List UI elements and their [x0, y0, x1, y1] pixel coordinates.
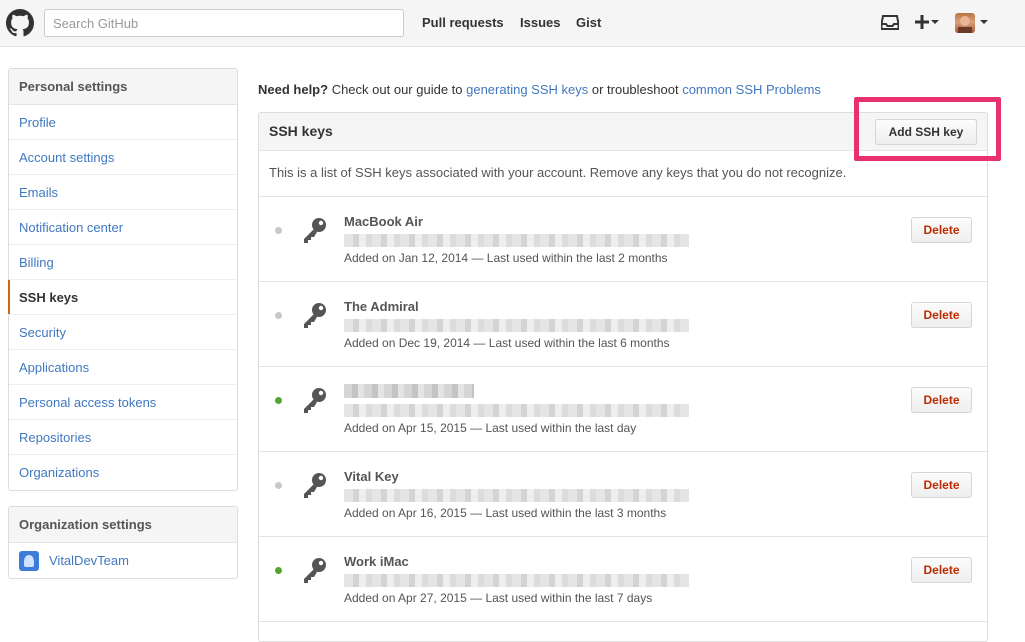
key-icon	[304, 558, 326, 583]
sidebar-item-ssh-keys[interactable]: SSH keys	[8, 280, 237, 315]
delete-button[interactable]: Delete	[911, 217, 972, 243]
help-lead: Need help?	[258, 82, 329, 97]
help-text-1: Check out our guide to	[328, 82, 467, 97]
sidebar-item-applications[interactable]: Applications	[9, 350, 237, 385]
delete-button[interactable]: Delete	[911, 387, 972, 413]
help-text: Need help? Check out our guide to genera…	[258, 82, 821, 97]
key-title: Vital Key	[344, 469, 399, 484]
chevron-down-icon[interactable]	[931, 20, 939, 24]
nav-pull-requests[interactable]: Pull requests	[422, 15, 504, 30]
sidebar-item-notification-center[interactable]: Notification center	[9, 210, 237, 245]
key-meta: Added on Dec 19, 2014 — Last used within…	[344, 336, 670, 350]
sidebar-item-organizations[interactable]: Organizations	[9, 455, 237, 490]
organization-settings-menu: Organization settings VitalDevTeam	[8, 506, 238, 579]
delete-button[interactable]: Delete	[911, 302, 972, 328]
org-name: VitalDevTeam	[49, 553, 129, 568]
top-header: Pull requests Issues Gist	[0, 0, 1025, 47]
key-title: The Admiral	[344, 299, 419, 314]
key-status-dot	[275, 567, 282, 574]
panel-header: SSH keys Add SSH key	[259, 113, 987, 151]
ssh-keys-panel: SSH keys Add SSH key This is a list of S…	[258, 112, 988, 642]
add-ssh-key-button[interactable]: Add SSH key	[875, 119, 977, 145]
key-fingerprint-redacted	[344, 489, 689, 502]
sidebar-item-emails[interactable]: Emails	[9, 175, 237, 210]
org-avatar	[19, 550, 39, 571]
sidebar-item-profile[interactable]: Profile	[9, 105, 237, 140]
nav-gist[interactable]: Gist	[576, 15, 601, 30]
ssh-key-row: MacBook Air Added on Jan 12, 2014 — Last…	[259, 197, 987, 282]
panel-title: SSH keys	[269, 123, 333, 139]
chevron-down-icon[interactable]	[980, 20, 988, 24]
key-meta: Added on Apr 16, 2015 — Last used within…	[344, 506, 667, 520]
generating-ssh-keys-link[interactable]: generating SSH keys	[466, 82, 588, 97]
key-status-dot	[275, 482, 282, 489]
key-status-dot	[275, 397, 282, 404]
key-icon	[304, 303, 326, 328]
key-icon	[304, 388, 326, 413]
common-ssh-problems-link[interactable]: common SSH Problems	[682, 82, 821, 97]
key-status-dot	[275, 227, 282, 234]
key-meta: Added on Apr 15, 2015 — Last used within…	[344, 421, 637, 435]
key-title-redacted	[344, 384, 474, 398]
sidebar-item-account-settings[interactable]: Account settings	[9, 140, 237, 175]
personal-settings-heading: Personal settings	[9, 69, 237, 105]
ssh-key-row: Vital Key Added on Apr 16, 2015 — Last u…	[259, 452, 987, 537]
sidebar-item-org-vitaldevteam[interactable]: VitalDevTeam	[9, 543, 237, 578]
delete-button[interactable]: Delete	[911, 472, 972, 498]
delete-button[interactable]: Delete	[911, 557, 972, 583]
organization-settings-heading: Organization settings	[9, 507, 237, 543]
nav-issues[interactable]: Issues	[520, 15, 560, 30]
key-title: Work iMac	[344, 554, 409, 569]
avatar[interactable]	[955, 13, 975, 33]
key-meta: Added on Jan 12, 2014 — Last used within…	[344, 251, 668, 265]
key-icon	[304, 473, 326, 498]
sidebar-item-personal-access-tokens[interactable]: Personal access tokens	[9, 385, 237, 420]
github-logo-icon[interactable]	[6, 9, 34, 37]
ssh-key-row: The Admiral Added on Dec 19, 2014 — Last…	[259, 282, 987, 367]
key-title: MacBook Air	[344, 214, 423, 229]
ssh-key-row: Work iMac Added on Apr 27, 2015 — Last u…	[259, 537, 987, 622]
panel-description: This is a list of SSH keys associated wi…	[259, 151, 987, 197]
key-fingerprint-redacted	[344, 574, 689, 587]
sidebar-item-repositories[interactable]: Repositories	[9, 420, 237, 455]
help-text-2: or troubleshoot	[588, 82, 683, 97]
key-meta: Added on Apr 27, 2015 — Last used within…	[344, 591, 653, 605]
search-input[interactable]	[44, 9, 404, 37]
personal-settings-menu: Personal settings Profile Account settin…	[8, 68, 238, 491]
inbox-icon[interactable]	[881, 15, 899, 30]
ssh-key-list: MacBook Air Added on Jan 12, 2014 — Last…	[259, 197, 987, 622]
ssh-key-row: Added on Apr 15, 2015 — Last used within…	[259, 367, 987, 452]
key-fingerprint-redacted	[344, 234, 689, 247]
key-fingerprint-redacted	[344, 404, 689, 417]
key-status-dot	[275, 312, 282, 319]
sidebar-item-billing[interactable]: Billing	[9, 245, 237, 280]
sidebar-item-security[interactable]: Security	[9, 315, 237, 350]
plus-icon[interactable]	[915, 15, 929, 29]
key-fingerprint-redacted	[344, 319, 689, 332]
key-icon	[304, 218, 326, 243]
